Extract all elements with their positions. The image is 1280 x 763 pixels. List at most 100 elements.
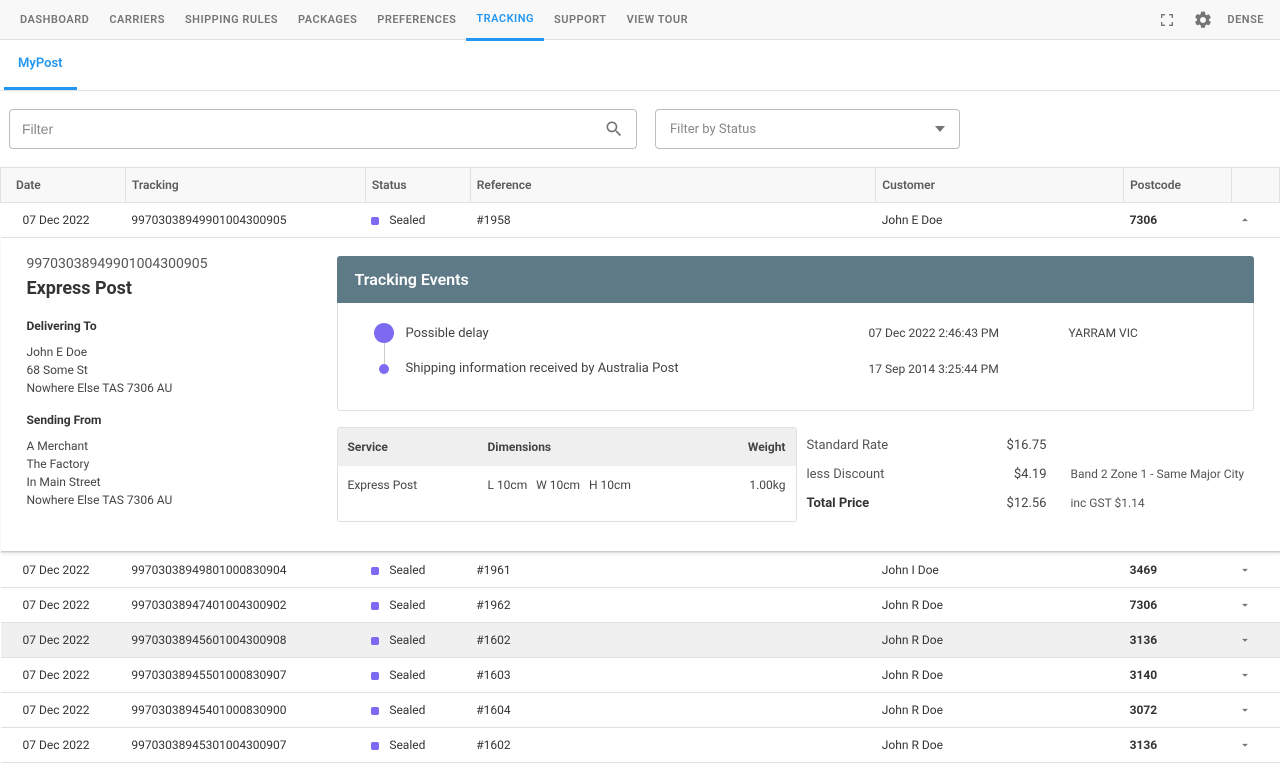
col-header[interactable]: Date [1, 168, 126, 203]
expand-toggle[interactable] [1232, 693, 1280, 728]
event-row: Possible delay07 Dec 2022 2:46:43 PMYARR… [362, 323, 1229, 343]
cell-tracking: 99703038949801000830904 [125, 553, 365, 588]
nav-preferences[interactable]: PREFERENCES [367, 0, 466, 39]
dims-header-weight: Weight [716, 440, 786, 454]
nav-carriers[interactable]: CARRIERS [99, 0, 175, 39]
col-header[interactable]: Customer [876, 168, 1124, 203]
price-label: Total Price [807, 496, 987, 511]
price-value: $12.56 [987, 496, 1047, 511]
address-line: 68 Some St [27, 361, 317, 379]
cell-tracking: 99703038945501000830907 [125, 658, 365, 693]
dimensions-table: ServiceDimensionsWeight Express PostL 10c… [337, 427, 797, 522]
status-filter-dropdown[interactable]: Filter by Status [655, 109, 960, 149]
cell-date: 07 Dec 2022 [1, 728, 126, 763]
cell-postcode: 3072 [1124, 693, 1232, 728]
cell-status: Sealed [365, 728, 470, 763]
expand-toggle[interactable] [1232, 203, 1280, 238]
table-row[interactable]: 07 Dec 202299703038949901004300905Sealed… [1, 203, 1280, 238]
status-dot-icon [371, 602, 379, 610]
nav-support[interactable]: SUPPORT [544, 0, 617, 39]
table-row[interactable]: 07 Dec 202299703038945601004300908Sealed… [1, 623, 1280, 658]
cell-date: 07 Dec 2022 [1, 203, 126, 238]
expand-toggle[interactable] [1232, 728, 1280, 763]
cell-date: 07 Dec 2022 [1, 658, 126, 693]
cell-postcode: 3136 [1124, 623, 1232, 658]
nav-view-tour[interactable]: VIEW TOUR [617, 0, 699, 39]
cell-reference: #1602 [470, 728, 876, 763]
cell-status: Sealed [365, 623, 470, 658]
cell-reference: #1603 [470, 658, 876, 693]
table-row[interactable]: 07 Dec 202299703038947401004300902Sealed… [1, 588, 1280, 623]
col-header[interactable] [1232, 168, 1280, 203]
table-row[interactable]: 07 Dec 202299703038945301004300907Sealed… [1, 728, 1280, 763]
dims-header-dimensions: Dimensions [488, 440, 716, 454]
event-description: Shipping information received by Austral… [406, 361, 869, 376]
cell-status: Sealed [365, 553, 470, 588]
events-header: Tracking Events [337, 256, 1254, 303]
col-header[interactable]: Status [365, 168, 470, 203]
sub-navbar: MyPost [0, 40, 1280, 91]
col-header[interactable]: Tracking [125, 168, 365, 203]
status-dot-icon [371, 707, 379, 715]
event-dot-icon [379, 364, 389, 374]
nav-dashboard[interactable]: DASHBOARD [10, 0, 99, 39]
nav-shipping-rules[interactable]: SHIPPING RULES [175, 0, 288, 39]
cell-postcode: 7306 [1124, 588, 1232, 623]
table-row[interactable]: 07 Dec 202299703038949801000830904Sealed… [1, 553, 1280, 588]
cell-postcode: 7306 [1124, 203, 1232, 238]
filter-input[interactable] [22, 121, 604, 137]
table-row[interactable]: 07 Dec 202299703038945401000830900Sealed… [1, 693, 1280, 728]
expand-toggle[interactable] [1232, 553, 1280, 588]
event-location: YARRAM VIC [1069, 326, 1229, 340]
col-header[interactable]: Reference [470, 168, 876, 203]
dims-values: L 10cm W 10cm H 10cm [488, 478, 716, 492]
top-navbar: DASHBOARDCARRIERSSHIPPING RULESPACKAGESP… [0, 0, 1280, 40]
address-line: The Factory [27, 455, 317, 473]
filter-input-container [9, 109, 637, 149]
status-filter-label: Filter by Status [670, 122, 756, 137]
fullscreen-icon[interactable] [1155, 8, 1179, 32]
table-row[interactable]: 07 Dec 202299703038945501000830907Sealed… [1, 658, 1280, 693]
cell-customer: John R Doe [876, 623, 1124, 658]
search-icon[interactable] [604, 119, 624, 139]
cell-tracking: 99703038949901004300905 [125, 203, 365, 238]
cell-postcode: 3136 [1124, 728, 1232, 763]
status-dot-icon [371, 567, 379, 575]
cell-status: Sealed [365, 203, 470, 238]
cell-status: Sealed [365, 658, 470, 693]
cell-date: 07 Dec 2022 [1, 623, 126, 658]
density-toggle[interactable]: DENSE [1227, 13, 1264, 26]
deliver-to-header: Delivering To [27, 319, 317, 333]
tab-mypost[interactable]: MyPost [4, 40, 77, 90]
cell-date: 07 Dec 2022 [1, 553, 126, 588]
expand-toggle[interactable] [1232, 623, 1280, 658]
expand-toggle[interactable] [1232, 588, 1280, 623]
dims-header-service: Service [348, 440, 488, 454]
address-line: Nowhere Else TAS 7306 AU [27, 379, 317, 397]
price-note: Band 2 Zone 1 - Same Major City [1047, 467, 1254, 482]
event-time: 17 Sep 2014 3:25:44 PM [869, 362, 1069, 376]
nav-tracking[interactable]: TRACKING [466, 0, 544, 41]
price-table: Standard Rate$16.75less Discount$4.19Ban… [807, 427, 1254, 522]
expand-toggle[interactable] [1232, 658, 1280, 693]
nav-packages[interactable]: PACKAGES [288, 0, 367, 39]
cell-tracking: 99703038945401000830900 [125, 693, 365, 728]
cell-customer: John R Doe [876, 693, 1124, 728]
address-line: In Main Street [27, 473, 317, 491]
price-note: inc GST $1.14 [1047, 496, 1254, 511]
event-description: Possible delay [406, 326, 869, 341]
gear-icon[interactable] [1191, 8, 1215, 32]
cell-customer: John R Doe [876, 658, 1124, 693]
cell-reference: #1604 [470, 693, 876, 728]
status-dot-icon [371, 742, 379, 750]
dims-service: Express Post [348, 478, 488, 492]
price-label: Standard Rate [807, 438, 987, 453]
detail-tracking-number: 99703038949901004300905 [27, 256, 317, 272]
status-dot-icon [371, 637, 379, 645]
address-line: John E Doe [27, 343, 317, 361]
cell-status: Sealed [365, 693, 470, 728]
price-value: $4.19 [987, 467, 1047, 482]
col-header[interactable]: Postcode [1124, 168, 1232, 203]
price-value: $16.75 [987, 438, 1047, 453]
cell-customer: John R Doe [876, 588, 1124, 623]
